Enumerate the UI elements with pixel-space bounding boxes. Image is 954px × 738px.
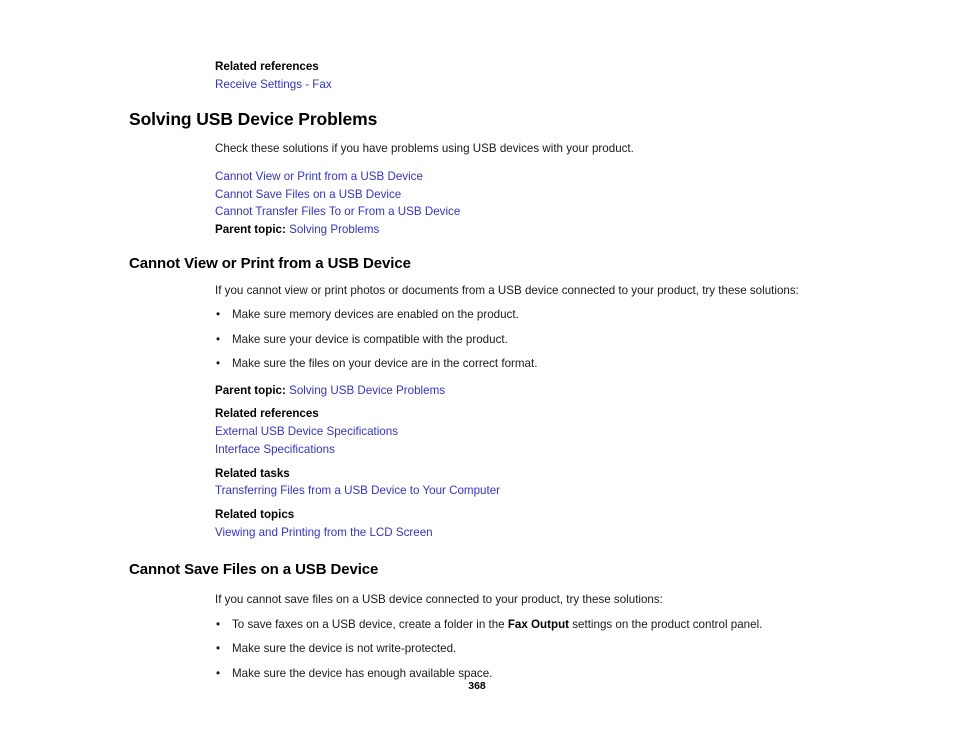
- spacer-before-h1: [0, 93, 954, 109]
- spacer-before-child-links: [215, 157, 817, 168]
- list-item-emphasis: Fax Output: [507, 617, 570, 631]
- link-solving-problems[interactable]: Solving Problems: [289, 223, 379, 236]
- link-interface-specifications[interactable]: Interface Specifications: [215, 441, 335, 459]
- bullet-icon: •: [216, 617, 221, 631]
- parent-topic-row-view-print: Parent topic: Solving USB Device Problem…: [215, 382, 817, 400]
- spacer-before-h2-save-files: [0, 541, 954, 561]
- spacer-before-parent-topic-view-print: [215, 372, 817, 382]
- parent-topic-label: Parent topic:: [215, 383, 286, 397]
- list-item: • Make sure your device is compatible wi…: [215, 333, 817, 348]
- link-solving-usb-device-problems[interactable]: Solving USB Device Problems: [289, 384, 445, 397]
- bullet-icon: •: [216, 308, 221, 322]
- bullet-list-view-print: • Make sure memory devices are enabled o…: [215, 308, 817, 372]
- related-references-label: Related references: [215, 407, 319, 421]
- related-references-label: Related references: [215, 60, 319, 73]
- link-external-usb-device-specifications[interactable]: External USB Device Specifications: [215, 423, 398, 441]
- link-cannot-view-or-print-from-a-usb-device[interactable]: Cannot View or Print from a USB Device: [215, 168, 423, 186]
- list-item-text: Make sure your device is compatible with…: [232, 332, 508, 346]
- page-number: 368: [468, 680, 486, 692]
- link-viewing-and-printing-from-the-lcd-screen[interactable]: Viewing and Printing from the LCD Screen: [215, 524, 433, 542]
- related-topics-label: Related topics: [215, 507, 295, 521]
- parent-topic-label: Parent topic:: [215, 223, 286, 237]
- section-heading-cannot-save-files: Cannot Save Files on a USB Device: [129, 561, 379, 579]
- section-save-files-body: If you cannot save files on a USB device…: [215, 593, 817, 681]
- section-save-files-intro: If you cannot save files on a USB device…: [215, 593, 663, 607]
- bullet-list-save-files: • To save faxes on a USB device, create …: [215, 618, 817, 682]
- list-item: • Make sure the device is not write-prot…: [215, 642, 817, 657]
- link-cannot-transfer-files-to-or-from-a-usb-device[interactable]: Cannot Transfer Files To or From a USB D…: [215, 203, 460, 221]
- bullet-icon: •: [216, 332, 221, 346]
- spacer-after-h1: [0, 129, 954, 142]
- top-related-references-block: Related references Receive Settings - Fa…: [215, 58, 817, 93]
- top-margin: [0, 0, 954, 58]
- link-cannot-save-files-on-a-usb-device[interactable]: Cannot Save Files on a USB Device: [215, 186, 401, 204]
- list-item-text: Make sure the device has enough availabl…: [232, 666, 493, 680]
- spacer-after-h2-save-files: [0, 579, 954, 593]
- list-item-text: Make sure memory devices are enabled on …: [232, 308, 519, 322]
- related-tasks-label: Related tasks: [215, 466, 290, 480]
- page-title-solving-usb-device-problems: Solving USB Device Problems: [129, 109, 378, 130]
- section-main-intro: Check these solutions if you have proble…: [215, 142, 634, 156]
- list-item-text: Make sure the device is not write-protec…: [232, 642, 457, 656]
- document-page: Related references Receive Settings - Fa…: [0, 0, 954, 738]
- spacer-after-h2-view-print: [0, 273, 954, 284]
- list-item-text: To save faxes on a USB device, create a …: [232, 617, 508, 631]
- list-item: • Make sure the files on your device are…: [215, 357, 817, 372]
- spacer-before-h2-view-print: [0, 239, 954, 255]
- section-heading-cannot-view-or-print: Cannot View or Print from a USB Device: [129, 254, 411, 272]
- list-item-text: Make sure the files on your device are i…: [232, 357, 538, 371]
- parent-topic-row-main: Parent topic: Solving Problems: [215, 221, 817, 239]
- section-view-print-intro: If you cannot view or print photos or do…: [215, 283, 799, 297]
- bullet-icon: •: [216, 642, 221, 656]
- link-transferring-files-from-a-usb-device-to-your-computer[interactable]: Transferring Files from a USB Device to …: [215, 482, 500, 500]
- section-main-body: Check these solutions if you have proble…: [215, 142, 817, 238]
- bullet-icon: •: [216, 357, 221, 371]
- list-item-text-tail: settings on the product control panel.: [569, 617, 763, 631]
- section-view-print-body: If you cannot view or print photos or do…: [215, 284, 817, 542]
- list-item: • Make sure memory devices are enabled o…: [215, 308, 817, 323]
- link-receive-settings-fax[interactable]: Receive Settings - Fax: [215, 76, 332, 94]
- list-item: • To save faxes on a USB device, create …: [215, 618, 817, 633]
